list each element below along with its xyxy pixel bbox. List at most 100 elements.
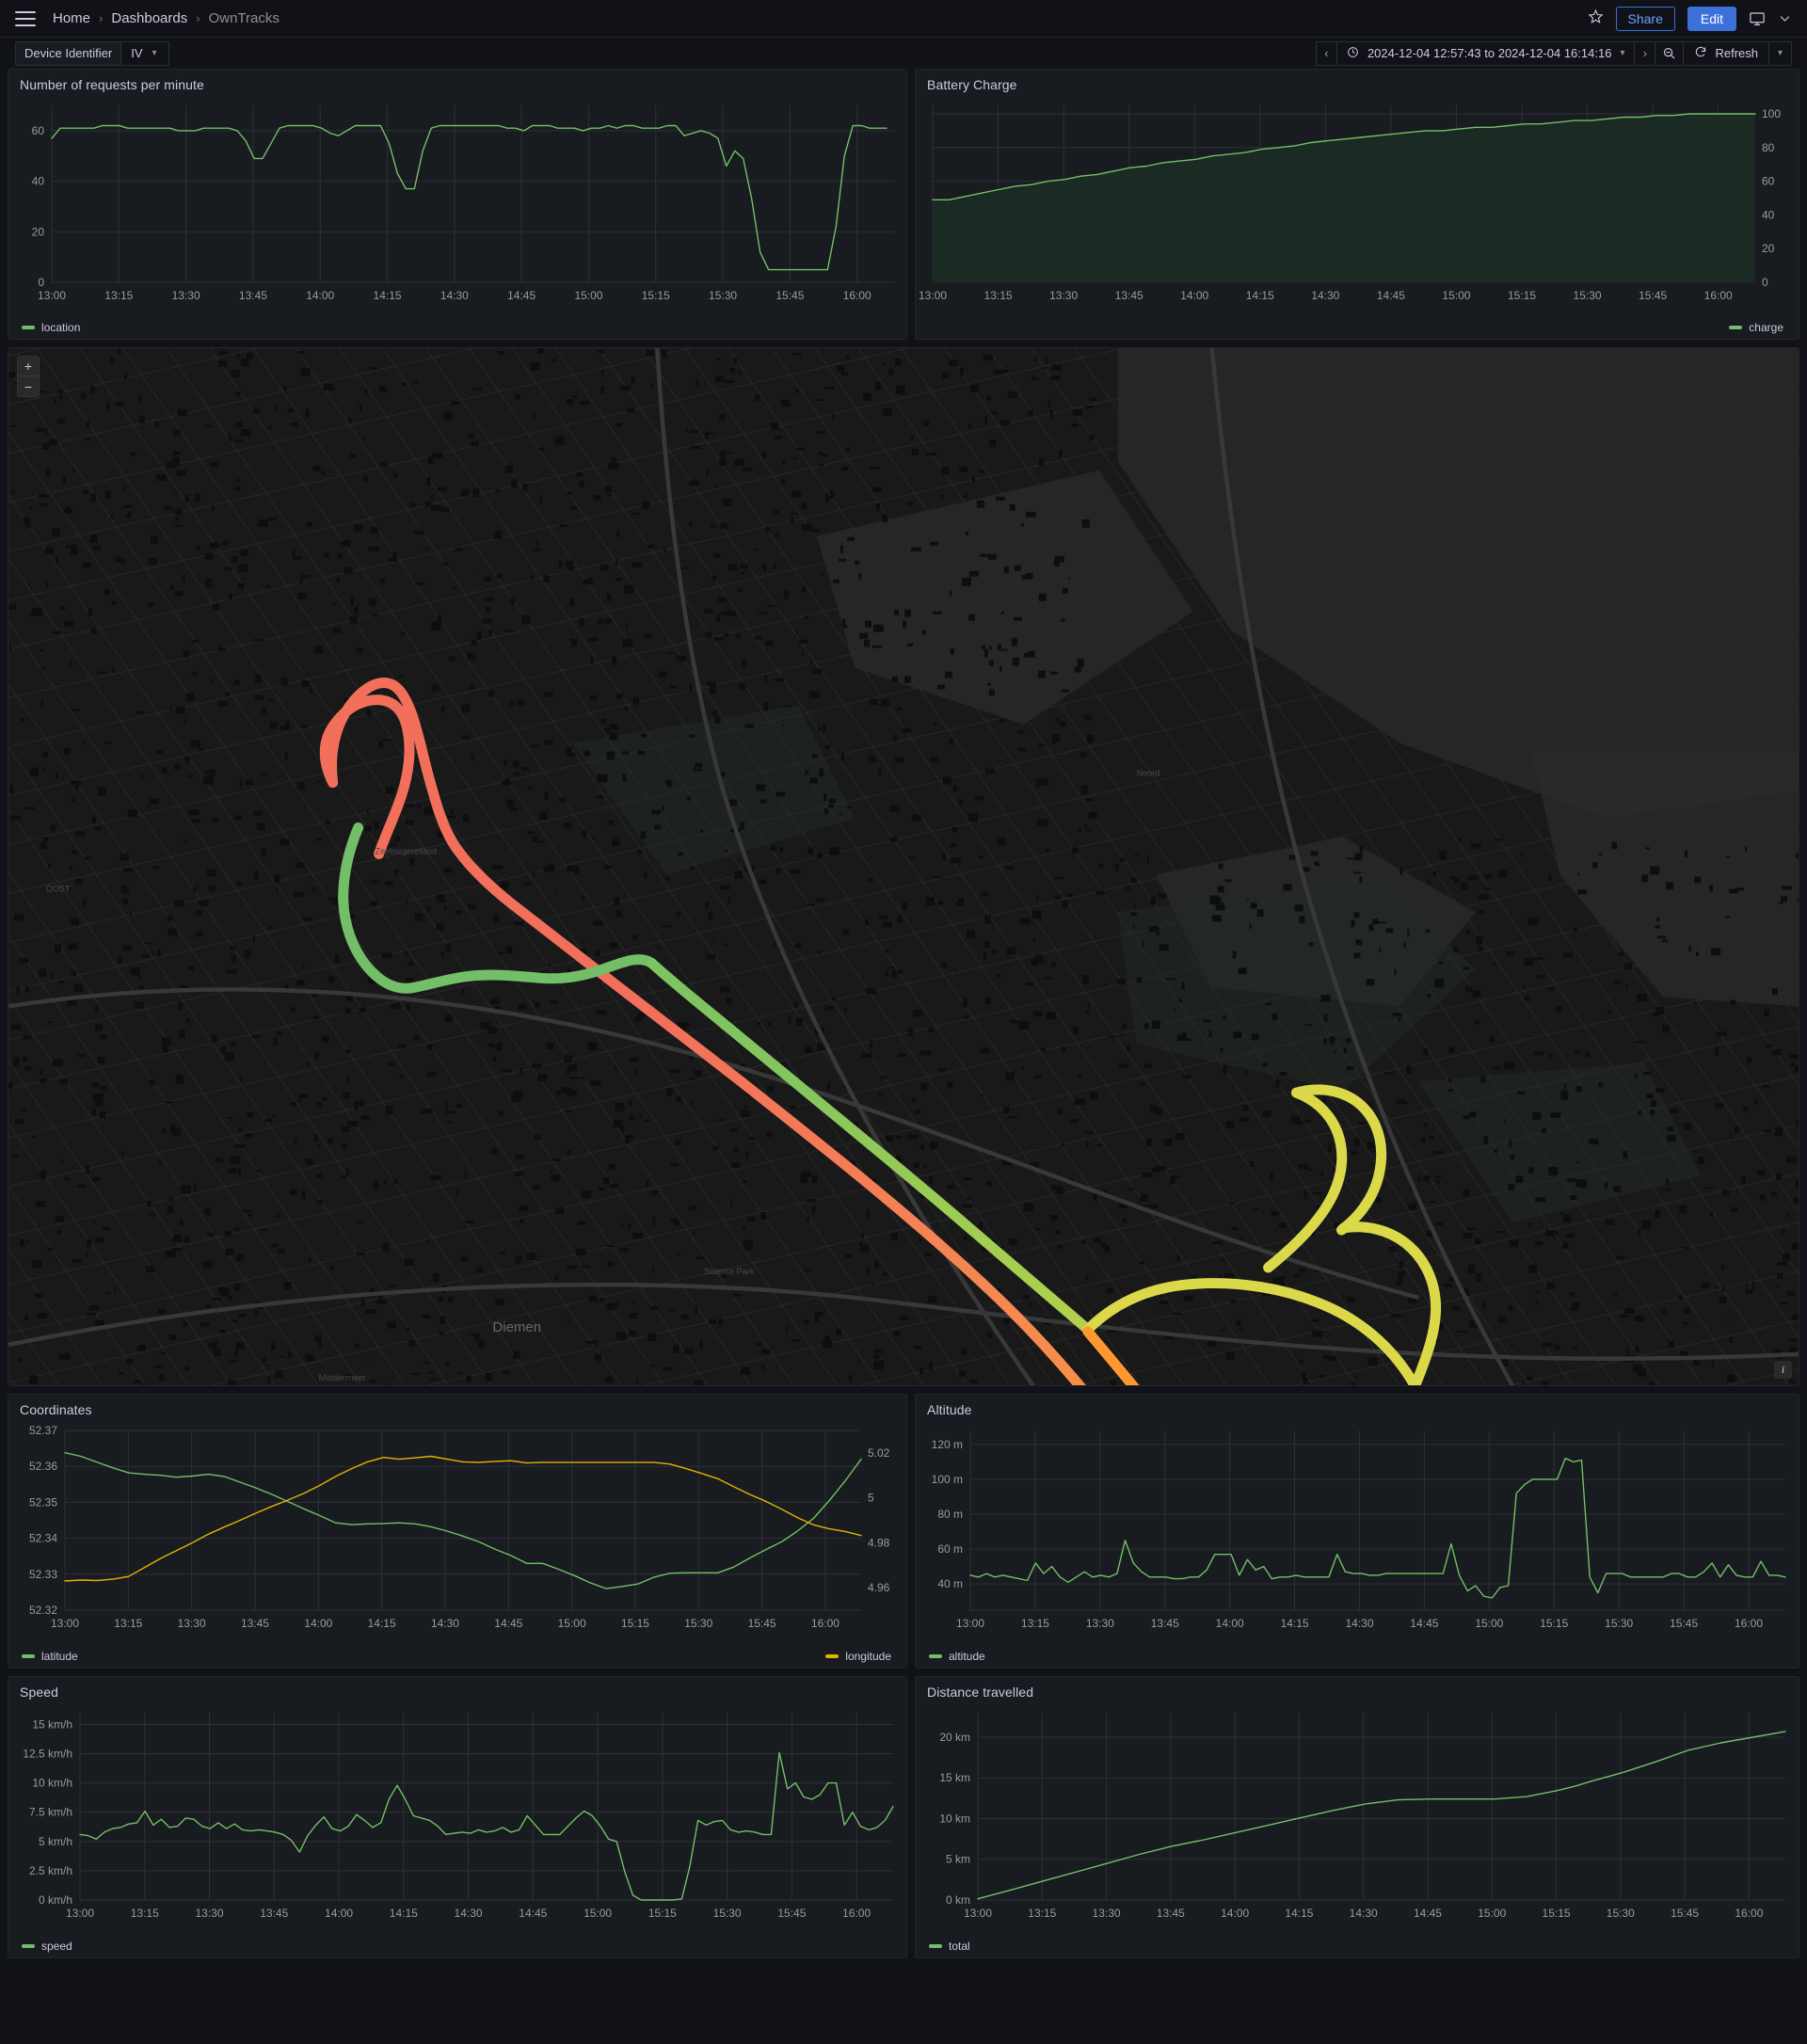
x-axis-tick-label: 16:00 bbox=[842, 1907, 871, 1920]
x-axis-tick-label: 14:00 bbox=[304, 1617, 332, 1630]
x-axis-tick-label: 15:15 bbox=[1540, 1617, 1568, 1630]
time-shift-forward-button[interactable]: › bbox=[1635, 40, 1656, 66]
breadcrumb-item-owntracks[interactable]: OwnTracks bbox=[209, 10, 280, 26]
breadcrumb-item-dashboards[interactable]: Dashboards bbox=[111, 10, 187, 26]
legend-color-swatch bbox=[22, 326, 35, 329]
map-place-label: Noord bbox=[1137, 769, 1159, 778]
chart-svg: 0 20 40 60 13:00 13:15 13:30 13:45 14:00 14:15 14:… bbox=[32, 105, 895, 302]
x-axis-tick-label: 15:00 bbox=[1442, 289, 1470, 302]
x-axis-tick-label: 14:45 bbox=[519, 1907, 547, 1920]
map-place-label: Zeeburgereiland bbox=[376, 846, 437, 855]
panel-altitude[interactable]: Altitude 40 m 60 m 80 m 100 m 120 m 13:00 13:1… bbox=[915, 1394, 1799, 1669]
x-axis-tick-label: 14:00 bbox=[1180, 289, 1208, 302]
chart-series-line-latitude bbox=[64, 1452, 862, 1589]
map-place-label: Middenmeer bbox=[319, 1373, 366, 1382]
y-axis-tick-label: 120 m bbox=[932, 1438, 963, 1451]
variable-select[interactable]: IV ▾ bbox=[120, 40, 170, 66]
x-axis-tick-label: 14:30 bbox=[440, 289, 469, 302]
panel-speed[interactable]: Speed 0 km/h 2.5 km/h 5 km/h 7.5 km/h 10 km/… bbox=[8, 1676, 907, 1958]
panel-legend[interactable]: charge bbox=[1729, 321, 1783, 334]
y-axis-tick-label: 52.35 bbox=[29, 1495, 57, 1509]
map-zoom-in-button[interactable]: + bbox=[18, 357, 39, 376]
map-place-label: Science Park bbox=[704, 1267, 754, 1276]
panel-number-of-requests-per-minute[interactable]: Number of requests per minute 0 20 40 60 13:… bbox=[8, 69, 907, 340]
breadcrumb-separator-icon: › bbox=[99, 11, 104, 25]
x-axis-tick-label: 13:00 bbox=[51, 1617, 79, 1630]
panel-distance-travelled[interactable]: Distance travelled 0 km 5 km 10 km 15 km 20 … bbox=[915, 1676, 1799, 1958]
zoom-out-icon[interactable] bbox=[1655, 40, 1685, 66]
x-axis-tick-label: 14:45 bbox=[507, 289, 536, 302]
x-axis-tick-label: 14:30 bbox=[455, 1907, 483, 1920]
chart-svg: 52.32 52.33 52.34 52.35 52.36 52.37 4.96 4.98 5 5… bbox=[29, 1424, 890, 1630]
y-axis-tick-label: 20 bbox=[1762, 242, 1775, 255]
y-axis-tick-label: 5 km bbox=[946, 1853, 970, 1866]
x-axis-tick-label: 15:30 bbox=[684, 1617, 712, 1630]
y-axis-tick-label: 0 bbox=[38, 276, 44, 289]
x-axis-tick-label: 14:00 bbox=[325, 1907, 353, 1920]
x-axis-tick-label: 15:15 bbox=[648, 1907, 677, 1920]
y-axis-tick-label: 100 bbox=[1762, 107, 1781, 120]
map-place-label: Diemen bbox=[492, 1319, 541, 1335]
variable-value: IV bbox=[131, 46, 143, 60]
y-axis-tick-label: 40 bbox=[1762, 208, 1775, 221]
refresh-button[interactable]: Refresh bbox=[1684, 40, 1769, 66]
x-axis-tick-label: 13:30 bbox=[172, 289, 200, 302]
y-axis-tick-label: 15 km bbox=[939, 1771, 970, 1784]
panel-legend[interactable]: location bbox=[22, 321, 80, 334]
y-axis-tick-label: 52.32 bbox=[29, 1604, 57, 1617]
breadcrumb-item-home[interactable]: Home bbox=[53, 10, 90, 26]
time-range-picker[interactable]: 2024-12-04 12:57:43 to 2024-12-04 16:14:… bbox=[1335, 40, 1636, 66]
y-axis-tick-label: 60 bbox=[1762, 175, 1775, 188]
time-shift-back-button[interactable]: ‹ bbox=[1315, 40, 1336, 66]
x-axis-tick-label: 13:30 bbox=[1093, 1907, 1121, 1920]
panel-legend-latitude[interactable]: latitude bbox=[22, 1650, 78, 1663]
chevron-down-icon[interactable] bbox=[1778, 11, 1792, 25]
edit-button[interactable]: Edit bbox=[1687, 6, 1736, 31]
map-zoom-out-button[interactable]: − bbox=[18, 376, 39, 396]
x-axis-tick-label: 15:45 bbox=[748, 1617, 776, 1630]
x-axis-tick-label: 15:30 bbox=[1574, 289, 1602, 302]
variable-label: Device Identifier bbox=[15, 40, 121, 66]
panel-legend[interactable]: altitude bbox=[929, 1650, 985, 1663]
x-axis-tick-label: 15:45 bbox=[777, 1907, 806, 1920]
x-axis-tick-label: 15:15 bbox=[621, 1617, 649, 1630]
y-axis-tick-label: 2.5 km/h bbox=[29, 1864, 72, 1877]
x-axis-tick-label: 14:15 bbox=[1281, 1617, 1309, 1630]
panel-title: Distance travelled bbox=[927, 1685, 1034, 1700]
breadcrumb-separator-icon: › bbox=[196, 11, 200, 25]
refresh-interval-dropdown[interactable]: ▾ bbox=[1769, 40, 1792, 66]
panel-coordinates[interactable]: Coordinates 52.32 52.33 52.34 52.35 52.36 52.… bbox=[8, 1394, 907, 1669]
chart-series-line-speed bbox=[79, 1751, 894, 1901]
y-axis-tick-label: 60 bbox=[32, 124, 45, 137]
y-axis-tick-label: 5 bbox=[868, 1492, 874, 1505]
x-axis-tick-label: 13:45 bbox=[260, 1907, 288, 1920]
panel-title: Altitude bbox=[927, 1402, 972, 1417]
map-zoom-controls: + − bbox=[17, 356, 40, 397]
x-axis-tick-label: 15:45 bbox=[776, 289, 804, 302]
chart-svg: 0 km 5 km 10 km 15 km 20 km 13:00 13:15 13:30 13… bbox=[939, 1713, 1786, 1920]
y-axis-tick-label: 5.02 bbox=[868, 1446, 890, 1460]
map-canvas[interactable]: OOSTDiemenDuivendrechtZeeburgereilandMid… bbox=[8, 348, 1799, 1386]
panel-legend[interactable]: speed bbox=[22, 1940, 72, 1953]
x-axis-tick-label: 13:15 bbox=[1028, 1907, 1056, 1920]
legend-color-swatch bbox=[22, 1944, 35, 1948]
y-axis-tick-label: 100 m bbox=[932, 1473, 963, 1486]
legend-color-swatch bbox=[929, 1944, 942, 1948]
share-button[interactable]: Share bbox=[1615, 6, 1675, 31]
panel-legend[interactable]: total bbox=[929, 1940, 970, 1953]
x-axis-tick-label: 14:30 bbox=[1345, 1617, 1373, 1630]
map-attribution-info-button[interactable]: i bbox=[1774, 1361, 1792, 1379]
star-icon[interactable] bbox=[1588, 8, 1604, 28]
x-axis-tick-label: 13:00 bbox=[66, 1907, 94, 1920]
panel-geomap[interactable]: + − i OOSTDiemenDuivendrechtZeeburgereil… bbox=[8, 347, 1799, 1386]
y-axis-tick-label: 52.34 bbox=[29, 1532, 57, 1545]
panel-legend-longitude[interactable]: longitude bbox=[825, 1650, 891, 1663]
clock-icon bbox=[1347, 46, 1359, 61]
x-axis-tick-label: 15:15 bbox=[642, 289, 670, 302]
chevron-down-icon: ▾ bbox=[152, 48, 157, 58]
x-axis-tick-label: 14:15 bbox=[368, 1617, 396, 1630]
panel-battery-charge[interactable]: Battery Charge 0 20 40 60 80 100 13:00 13:15 13:… bbox=[915, 69, 1799, 340]
x-axis-tick-label: 15:30 bbox=[713, 1907, 742, 1920]
menu-toggle-icon[interactable] bbox=[15, 10, 36, 26]
tv-display-icon[interactable] bbox=[1749, 10, 1766, 27]
